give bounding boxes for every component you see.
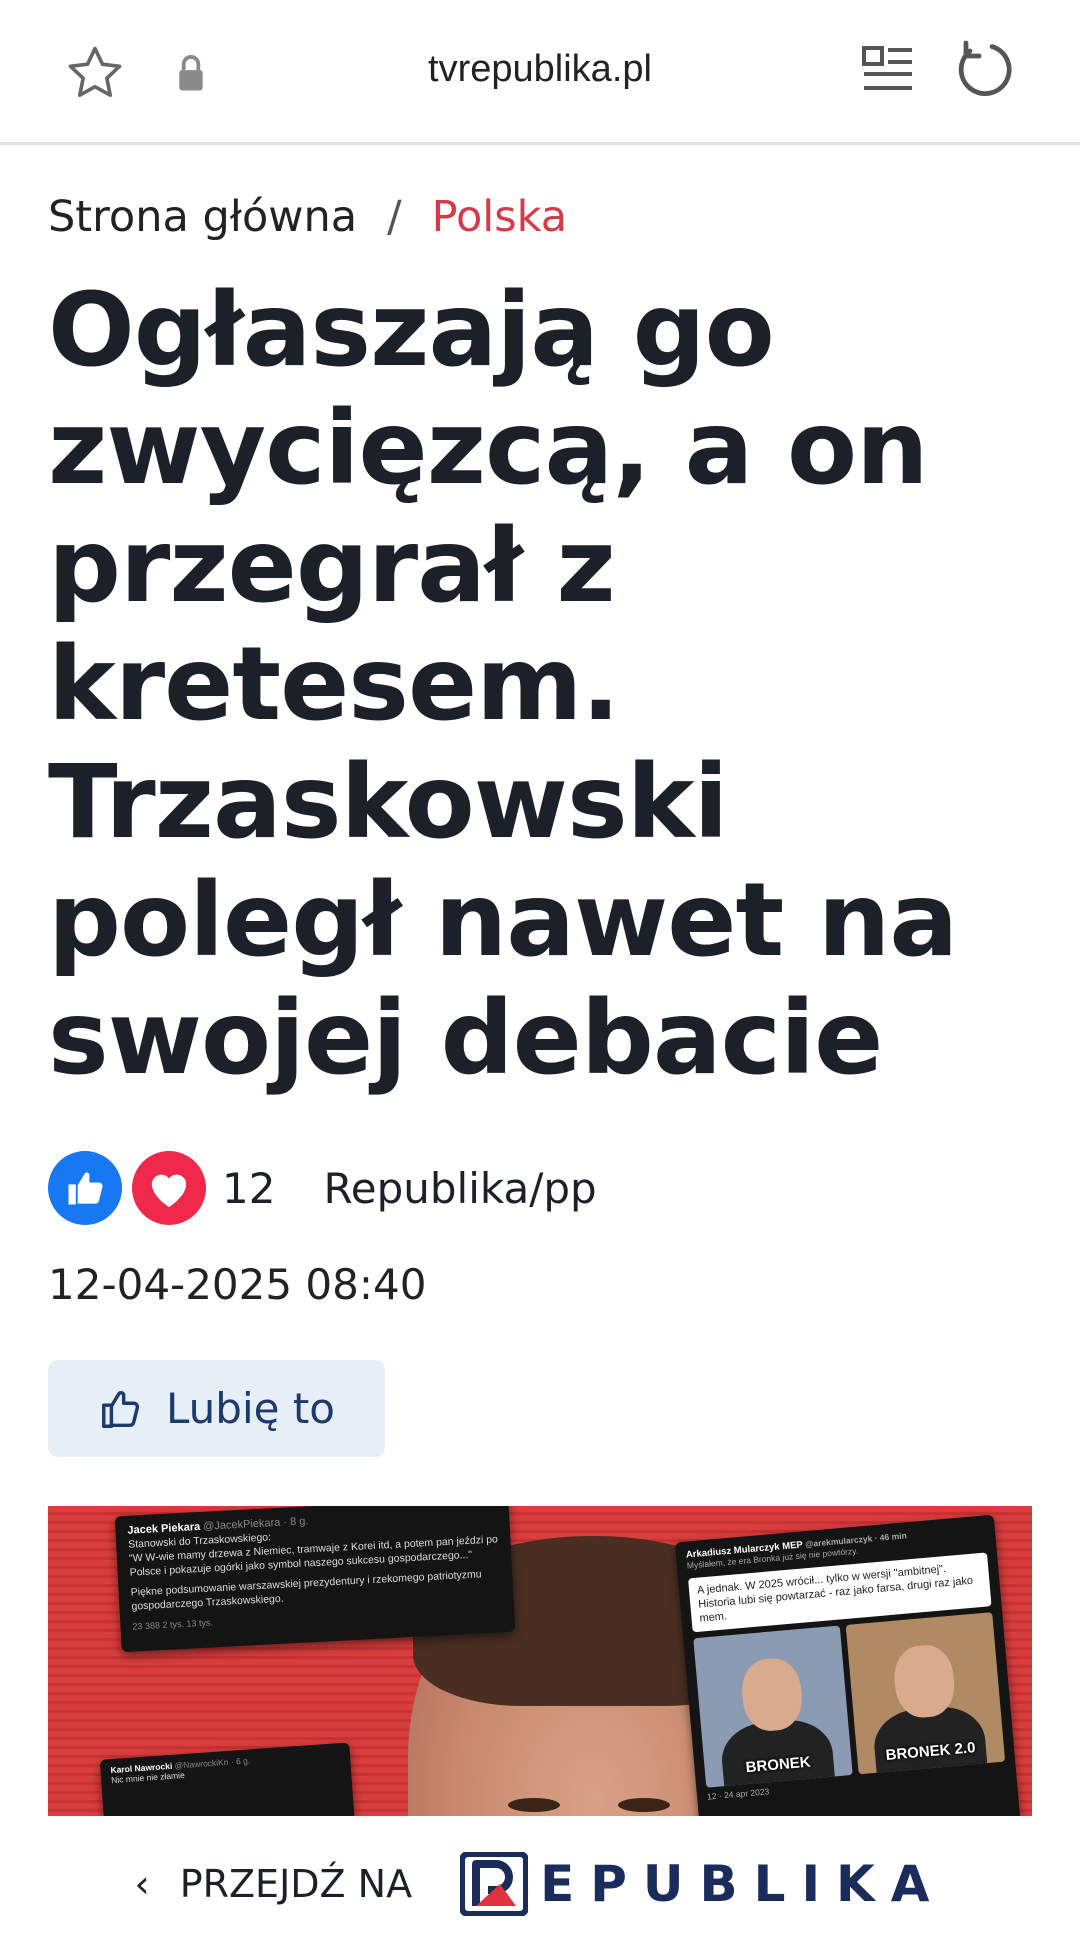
republika-logo[interactable]: EPUBLIKA (460, 1852, 945, 1916)
lock-icon[interactable] (176, 54, 206, 92)
breadcrumb-home-link[interactable]: Strona główna (48, 192, 357, 242)
reactions-row: 12 Republika/pp (48, 1150, 597, 1226)
goto-label[interactable]: PRZEJDŹ NA (180, 1862, 412, 1906)
embedded-tweet-piekara: Jacek Piekara @JacekPiekara · 8 g. Stano… (114, 1506, 516, 1653)
browser-top-bar: tvrepublika.pl (0, 0, 1080, 145)
meme-image-right: BRONEK 2.0 (845, 1612, 1006, 1775)
thumbs-up-icon (102, 1390, 140, 1428)
bottom-promo-bar[interactable]: ‹ PRZEJDŹ NA EPUBLIKA (0, 1816, 1080, 1952)
love-reaction-icon[interactable] (132, 1151, 206, 1225)
hero-eye-right (618, 1798, 670, 1812)
publish-date: 12-04-2025 08:40 (48, 1260, 427, 1309)
like-button-label: Lubię to (166, 1384, 335, 1433)
breadcrumb-separator: / (387, 192, 402, 242)
republika-logo-mark (460, 1852, 529, 1916)
like-button[interactable]: Lubię to (48, 1360, 385, 1457)
star-icon[interactable] (64, 42, 126, 104)
chevron-left-icon[interactable]: ‹ (135, 1862, 150, 1906)
article-hero-image[interactable]: Jacek Piekara @JacekPiekara · 8 g. Stano… (48, 1506, 1032, 1816)
article-source: Republika/pp (323, 1163, 597, 1213)
meme-image-left: BRONEK (693, 1625, 853, 1788)
reactions-count: 12 (222, 1163, 276, 1213)
breadcrumb-category-link[interactable]: Polska (432, 192, 568, 242)
article-headline: Ogłaszają go zwycięzcą, a on przegrał z … (48, 271, 958, 1098)
breadcrumb: Strona główna / Polska (48, 192, 567, 242)
brand-wordmark: EPUBLIKA (540, 1855, 946, 1913)
address-bar-url[interactable]: tvrepublika.pl (300, 48, 780, 91)
meme-panel: BRONEK BRONEK 2.0 (693, 1612, 1006, 1788)
embedded-tweet-mularczyk: Arkadiusz Mularczyk MEP @arekmularczyk ·… (674, 1514, 1022, 1816)
hero-eye-left (508, 1798, 560, 1812)
like-reaction-icon[interactable] (48, 1151, 122, 1225)
reload-icon[interactable] (952, 38, 1016, 102)
reader-mode-icon[interactable] (862, 44, 914, 96)
